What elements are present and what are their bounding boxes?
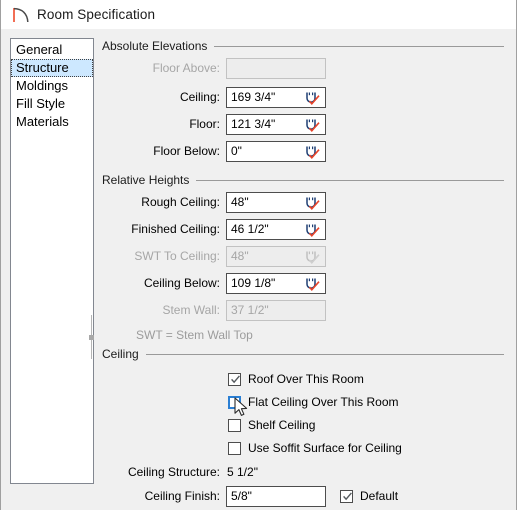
checkbox-roof-over-this-room[interactable] [228, 372, 241, 386]
checkbox-label-use-soffit-surface-for-ceiling: Use Soffit Surface for Ceiling [248, 441, 402, 455]
group-header-relative-heights: Relative Heights [102, 173, 504, 187]
group-rule [214, 45, 504, 47]
ruler-hand-icon[interactable] [303, 221, 322, 239]
ruler-hand-icon[interactable] [303, 116, 322, 134]
input-rough-ceiling[interactable]: 48" [226, 191, 326, 213]
input-floor-below[interactable]: 0" [226, 140, 326, 162]
panel-splitter[interactable] [89, 315, 94, 359]
checkmark-icon [342, 491, 353, 502]
label-finished-ceiling: Finished Ceiling: [131, 222, 220, 236]
checkbox-label-roof-over-this-room: Roof Over This Room [248, 372, 364, 386]
sidebar-item-general[interactable]: General [11, 41, 93, 59]
group-title-relative-heights: Relative Heights [102, 173, 190, 187]
input-floor-elevation[interactable]: 121 3/4" [226, 113, 326, 135]
group-rule [145, 353, 504, 355]
row-ceiling-elevation: Ceiling: 169 3/4" [98, 86, 326, 108]
value-swt-to-ceiling: 48" [231, 249, 249, 263]
label-floor: Floor: [189, 117, 220, 131]
value-floor-elevation: 121 3/4" [231, 117, 276, 131]
label-rough-ceiling: Rough Ceiling: [141, 195, 220, 209]
checkmark-icon [230, 374, 241, 385]
input-stem-wall[interactable]: 37 1/2" [226, 299, 326, 321]
value-floor-below: 0" [231, 144, 242, 158]
input-floor-above[interactable] [226, 57, 326, 79]
value-ceiling-finish: 5/8" [231, 489, 252, 503]
structure-panel: Absolute Elevations Floor Above: Ceiling… [98, 29, 516, 510]
group-header-absolute-elevations: Absolute Elevations [102, 39, 504, 53]
label-swt-to-ceiling: SWT To Ceiling: [134, 249, 220, 263]
row-rough-ceiling: Rough Ceiling: 48" [98, 191, 326, 213]
checkbox-row-use-soffit-surface[interactable]: Use Soffit Surface for Ceiling [228, 439, 402, 457]
sidebar-item-materials[interactable]: Materials [11, 113, 93, 131]
input-ceiling-elevation[interactable]: 169 3/4" [226, 86, 326, 108]
checkbox-label-flat-ceiling-over-this-room: Flat Ceiling Over This Room [248, 395, 399, 409]
checkbox-label-shelf-ceiling: Shelf Ceiling [248, 418, 316, 432]
dialog-title-bar: Room Specification [1, 0, 516, 29]
sidebar-item-fill-style[interactable]: Fill Style [11, 95, 93, 113]
category-list[interactable]: General Structure Moldings Fill Style Ma… [10, 38, 94, 484]
row-stem-wall: Stem Wall: 37 1/2" [98, 299, 326, 321]
ruler-hand-icon[interactable] [303, 194, 322, 212]
value-stem-wall: 37 1/2" [231, 303, 269, 317]
splitter-grip[interactable] [89, 335, 94, 340]
checkbox-flat-ceiling-over-this-room[interactable] [228, 395, 241, 409]
label-stem-wall: Stem Wall: [162, 303, 220, 317]
row-floor-elevation: Floor: 121 3/4" [98, 113, 326, 135]
input-swt-to-ceiling[interactable]: 48" [226, 245, 326, 267]
room-arc-icon [10, 5, 32, 25]
label-ceiling-structure: Ceiling Structure: [127, 465, 220, 479]
row-swt-to-ceiling: SWT To Ceiling: 48" [98, 245, 326, 267]
value-finished-ceiling: 46 1/2" [231, 222, 269, 236]
group-title-absolute-elevations: Absolute Elevations [102, 39, 208, 53]
ruler-hand-icon [303, 248, 322, 266]
row-floor-below: Floor Below: 0" [98, 140, 326, 162]
label-ceiling: Ceiling: [179, 90, 220, 104]
row-ceiling-finish: Ceiling Finish: 5/8" Default [98, 485, 398, 507]
value-ceiling-structure: 5 1/2" [227, 465, 258, 479]
label-ceiling-finish: Ceiling Finish: [144, 489, 220, 503]
label-ceiling-below: Ceiling Below: [143, 276, 220, 290]
checkbox-row-shelf-ceiling[interactable]: Shelf Ceiling [228, 416, 315, 434]
dialog-content: General Structure Moldings Fill Style Ma… [2, 29, 516, 510]
label-floor-above: Floor Above: [152, 61, 220, 75]
checkbox-row-roof-over-this-room[interactable]: Roof Over This Room [228, 370, 364, 388]
sidebar-item-moldings[interactable]: Moldings [11, 77, 93, 95]
checkbox-shelf-ceiling[interactable] [228, 418, 241, 432]
ruler-hand-icon[interactable] [303, 275, 322, 293]
value-ceiling-below: 109 1/8" [231, 276, 276, 290]
group-rule [196, 179, 504, 181]
checkbox-row-flat-ceiling-over-this-room[interactable]: Flat Ceiling Over This Room [228, 393, 399, 411]
group-title-ceiling: Ceiling [102, 347, 139, 361]
ruler-hand-icon[interactable] [303, 143, 322, 161]
swt-legend-note: SWT = Stem Wall Top [136, 328, 253, 342]
input-finished-ceiling[interactable]: 46 1/2" [226, 218, 326, 240]
label-floor-below: Floor Below: [153, 144, 220, 158]
value-rough-ceiling: 48" [231, 195, 249, 209]
input-ceiling-below[interactable]: 109 1/8" [226, 272, 326, 294]
row-finished-ceiling: Finished Ceiling: 46 1/2" [98, 218, 326, 240]
dialog-title: Room Specification [37, 7, 156, 22]
row-floor-above: Floor Above: [98, 57, 326, 79]
row-ceiling-structure: Ceiling Structure: 5 1/2" [98, 461, 258, 483]
room-specification-dialog: Room Specification General Structure Mol… [0, 0, 517, 510]
group-header-ceiling: Ceiling [102, 347, 504, 361]
value-ceiling-elevation: 169 3/4" [231, 90, 276, 104]
checkbox-use-soffit-surface-for-ceiling[interactable] [228, 441, 241, 455]
ruler-hand-icon[interactable] [303, 89, 322, 107]
sidebar-item-structure[interactable]: Structure [11, 59, 93, 77]
input-ceiling-finish[interactable]: 5/8" [226, 485, 326, 507]
row-ceiling-below: Ceiling Below: 109 1/8" [98, 272, 326, 294]
checkbox-ceiling-finish-default[interactable] [340, 489, 353, 503]
checkbox-label-default: Default [360, 489, 399, 503]
